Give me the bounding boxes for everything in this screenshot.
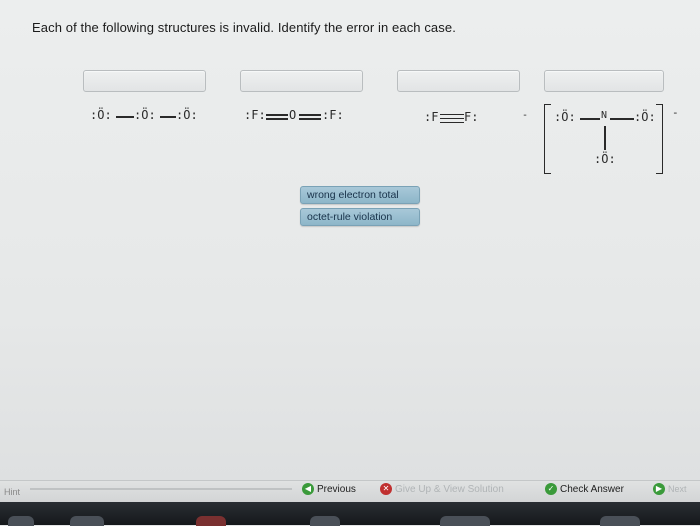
atom: N [601, 110, 608, 121]
atom: :Ö: [554, 110, 576, 124]
next-arrow-icon: ▶ [653, 483, 665, 495]
give-up-label: Give Up & View Solution [395, 483, 504, 495]
check-answer-label: Check Answer [560, 483, 624, 495]
atom: F: [464, 110, 479, 124]
previous-arrow-icon: ◀ [302, 483, 314, 495]
double-bond [299, 114, 321, 116]
atom: :Ö: [594, 152, 616, 166]
double-bond [266, 114, 288, 116]
footer-toolbar: Hint ◀ Previous ✕ Give Up & View Solutio… [0, 480, 700, 503]
right-bracket [656, 104, 663, 174]
triple-bond [440, 118, 464, 120]
atom: :F [424, 110, 439, 124]
single-bond [116, 116, 134, 118]
give-up-x-icon: ✕ [380, 483, 392, 495]
structure-3: :F F: [424, 110, 504, 130]
single-bond [580, 118, 600, 120]
single-bond [604, 126, 606, 150]
check-answer-button[interactable]: ✓ Check Answer [545, 483, 624, 495]
atom: :Ö: [176, 108, 198, 122]
left-bracket [544, 104, 551, 174]
previous-label: Previous [317, 483, 356, 495]
atom: :Ö: [90, 108, 112, 122]
next-button[interactable]: ▶ Next [653, 483, 687, 495]
check-mark-icon: ✓ [545, 483, 557, 495]
instructions-text: Each of the following structures is inva… [32, 20, 456, 35]
triple-bond [440, 122, 464, 124]
drop-target-1[interactable] [83, 70, 206, 92]
answer-octet-rule-violation[interactable]: octet-rule violation [300, 208, 420, 226]
double-bond [299, 118, 321, 120]
structure-2: :F: O :F: [244, 108, 364, 128]
atom: :Ö: [634, 110, 656, 124]
single-bond [160, 116, 176, 118]
charge-left-mark: - [522, 110, 529, 121]
single-bond [610, 118, 634, 120]
atom: :Ö: [134, 108, 156, 122]
drop-target-4[interactable] [544, 70, 664, 92]
taskbar [0, 502, 700, 526]
structure-4: - :Ö: N :Ö: :Ö: - [522, 100, 692, 180]
drop-target-3[interactable] [397, 70, 520, 92]
next-label: Next [668, 484, 687, 494]
answer-wrong-electron-total[interactable]: wrong electron total [300, 186, 420, 204]
drop-target-2[interactable] [240, 70, 363, 92]
hint-divider [30, 488, 292, 490]
atom: :F: [244, 108, 266, 122]
hint-button[interactable]: Hint [4, 487, 20, 497]
atom: :F: [322, 108, 344, 122]
structure-1: :Ö: :Ö: :Ö: [90, 108, 210, 128]
previous-button[interactable]: ◀ Previous [302, 483, 356, 495]
atom: O [289, 108, 297, 122]
answer-options: wrong electron total octet-rule violatio… [300, 186, 420, 230]
triple-bond [440, 114, 464, 116]
charge-superscript: - [672, 106, 679, 119]
activity-page: Each of the following structures is inva… [0, 0, 700, 526]
double-bond [266, 118, 288, 120]
give-up-button[interactable]: ✕ Give Up & View Solution [380, 483, 504, 495]
